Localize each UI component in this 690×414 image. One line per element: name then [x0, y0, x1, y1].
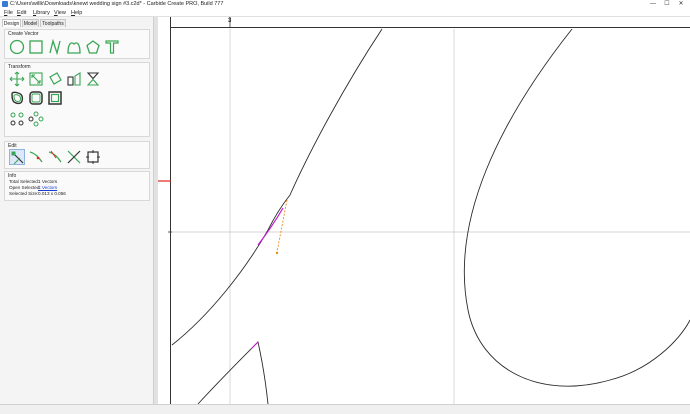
node-handle-point — [275, 251, 279, 255]
vector-curve-right — [464, 28, 690, 387]
node-handle-line — [276, 199, 288, 253]
selected-segment-lower — [250, 341, 259, 350]
vector-curve-lower — [197, 341, 269, 405]
app-window: C:\Users\willk\Downloads\knewt wedding s… — [0, 0, 690, 414]
status-bar — [0, 404, 690, 414]
canvas-drawing — [158, 17, 690, 405]
vector-curve-upper — [171, 28, 383, 346]
